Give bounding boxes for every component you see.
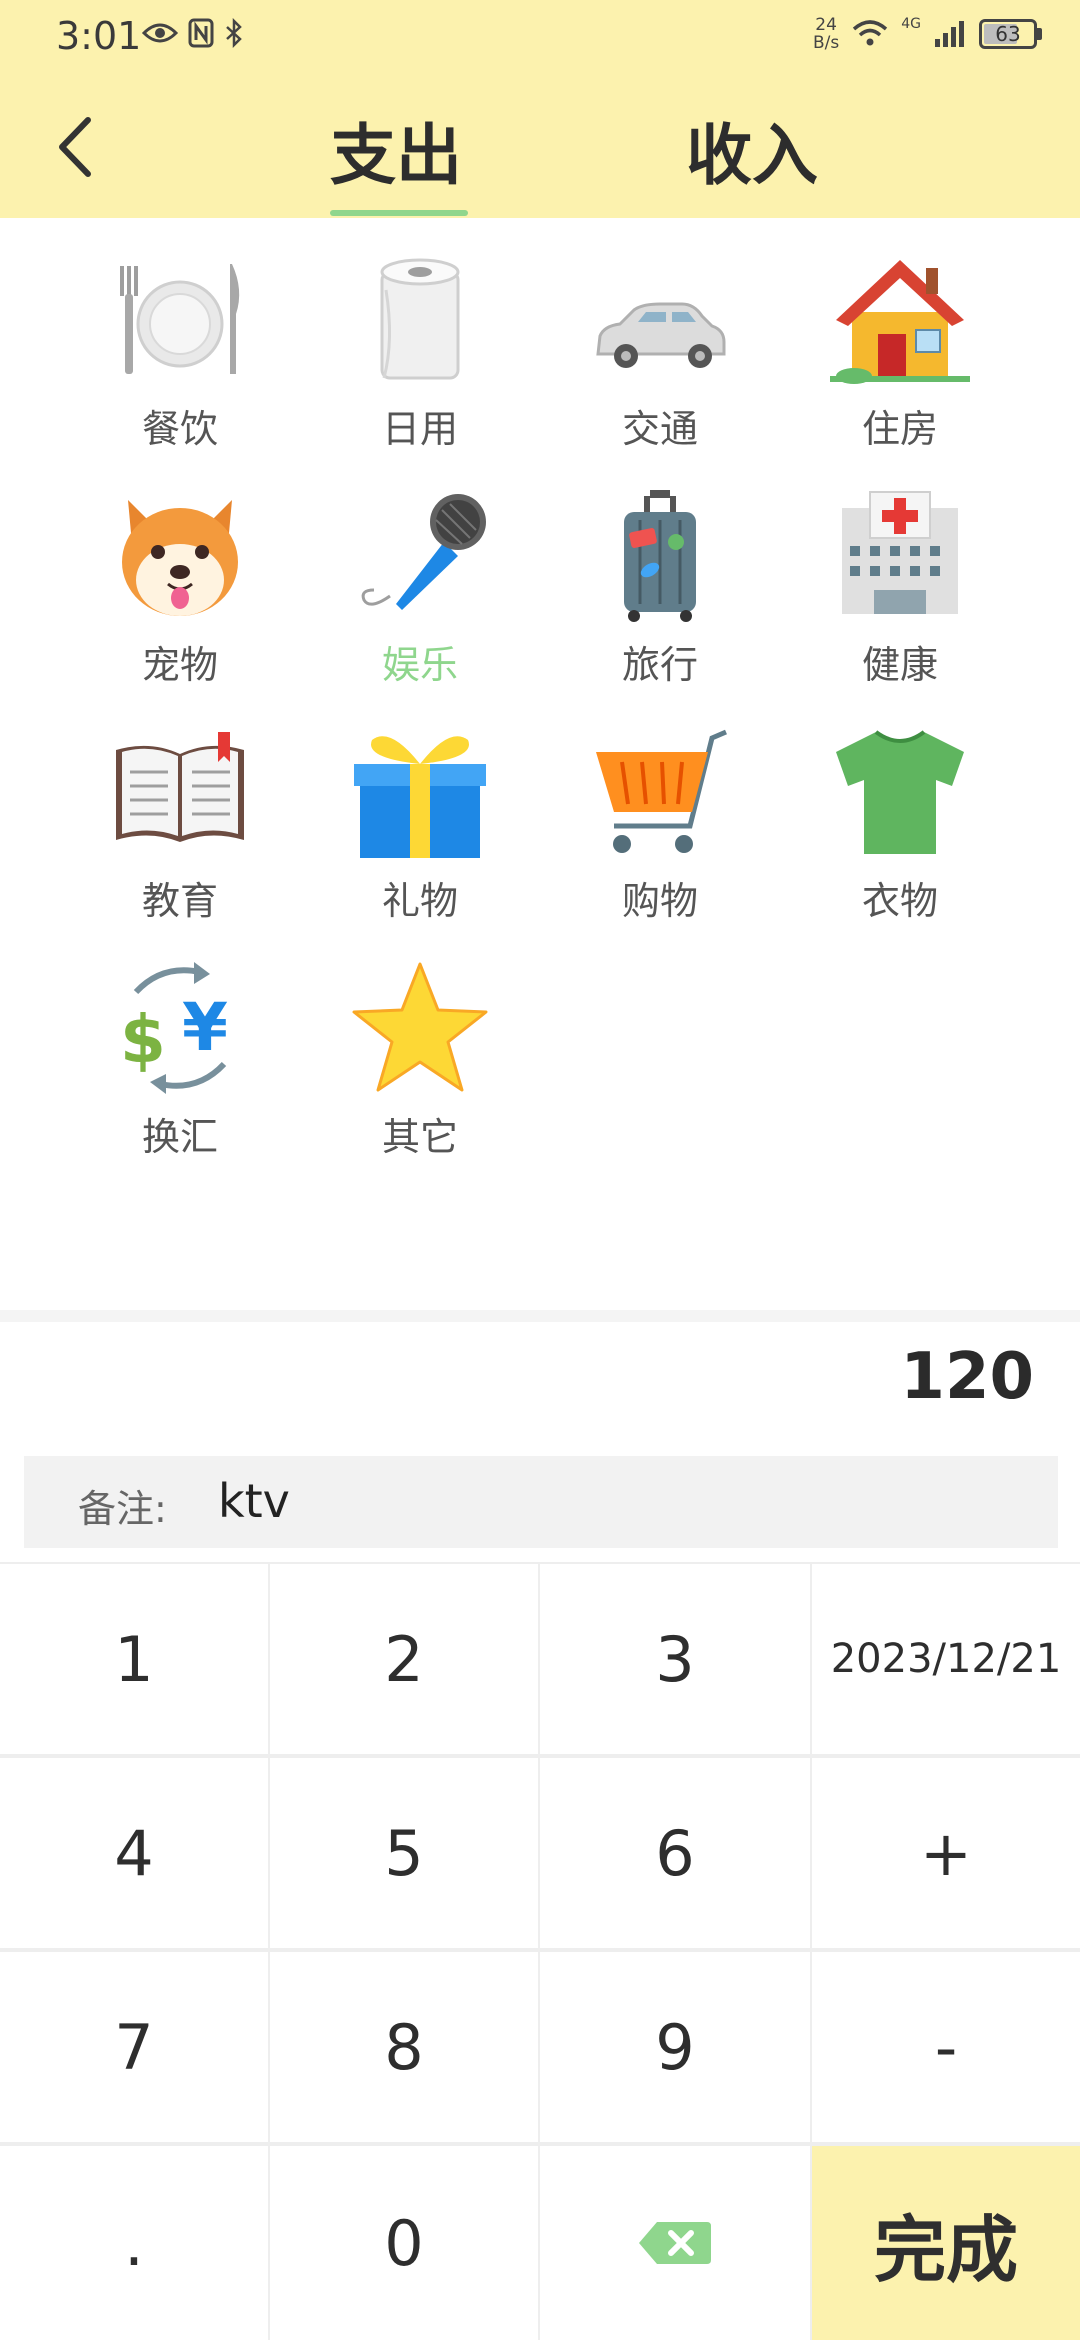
amount-display: 120	[900, 1340, 1034, 1414]
minus-button[interactable]: -	[812, 1952, 1080, 2142]
category-label: 其它	[381, 1115, 458, 1159]
net-speed: 24 B/s	[813, 16, 839, 52]
category-label: 住房	[861, 407, 938, 451]
note-label: 备注:	[78, 1487, 167, 1531]
status-time: 3:01	[56, 14, 142, 58]
battery-icon: 63	[979, 19, 1042, 49]
status-left-icons	[142, 18, 244, 48]
chevron-left-icon	[59, 117, 91, 177]
bluetooth-icon	[226, 18, 242, 48]
category-label: 餐饮	[141, 407, 218, 451]
network-type: 4G	[901, 16, 921, 32]
category-entertainment[interactable]: 娱乐	[300, 486, 540, 706]
category-label: 衣物	[861, 879, 938, 923]
svg-text:$: $	[120, 1001, 166, 1078]
key-1[interactable]: 1	[0, 1564, 268, 1754]
category-pets[interactable]: 宠物	[60, 486, 300, 706]
category-label: 娱乐	[381, 643, 458, 687]
category-health[interactable]: 健康	[780, 486, 1020, 706]
plus-button[interactable]: +	[812, 1758, 1080, 1948]
category-gift[interactable]: 礼物	[300, 722, 540, 942]
backspace-icon	[639, 2222, 711, 2264]
battery-percent: 63	[995, 22, 1021, 46]
category-label: 日用	[381, 407, 458, 451]
category-label: 交通	[621, 407, 698, 451]
category-label: 购物	[621, 879, 698, 923]
status-right-icons: 24 B/s 4G 63	[813, 16, 1042, 52]
shopping-cart-icon	[596, 729, 727, 853]
category-label: 旅行	[621, 643, 698, 687]
tab-income[interactable]: 收入	[686, 102, 818, 198]
category-label: 礼物	[381, 879, 458, 923]
hospital-icon	[842, 491, 958, 614]
key-7[interactable]: 7	[0, 1952, 268, 2142]
car-icon	[596, 302, 726, 368]
decimal-point-key[interactable]: .	[0, 2146, 268, 2340]
category-exchange[interactable]: $ ¥ 换汇	[60, 958, 300, 1178]
active-tab-indicator	[330, 210, 468, 216]
category-label: 换汇	[141, 1115, 218, 1159]
category-transport[interactable]: 交通	[540, 250, 780, 470]
category-label: 教育	[141, 879, 218, 923]
dog-face-icon	[122, 500, 238, 616]
battery-indicator: 63	[979, 19, 1037, 49]
keypad: 1 2 3 2023/12/21 4 5 6 + 7 8 9 - . 0 完成	[0, 1562, 1080, 2340]
note-input[interactable]	[218, 1470, 1018, 1532]
wifi-icon	[853, 20, 888, 46]
category-housing[interactable]: 住房	[780, 250, 1020, 470]
eye-icon	[142, 23, 178, 43]
category-label: 健康	[861, 643, 938, 687]
category-dining[interactable]: 餐饮	[60, 250, 300, 470]
category-daily-use[interactable]: 日用	[300, 250, 540, 470]
plate-cutlery-icon	[120, 264, 240, 374]
date-button[interactable]: 2023/12/21	[812, 1564, 1080, 1754]
done-button[interactable]: 完成	[812, 2146, 1080, 2340]
svg-text:¥: ¥	[182, 989, 228, 1066]
category-other[interactable]: 其它	[300, 958, 540, 1178]
net-speed-value: 24	[815, 15, 837, 35]
panel-divider	[0, 1310, 1080, 1322]
open-book-icon	[116, 732, 244, 842]
nfc-icon	[188, 18, 214, 48]
key-2[interactable]: 2	[270, 1564, 538, 1754]
category-education[interactable]: 教育	[60, 722, 300, 942]
category-shopping[interactable]: 购物	[540, 722, 780, 942]
key-8[interactable]: 8	[270, 1952, 538, 2142]
key-9[interactable]: 9	[540, 1952, 810, 2142]
net-speed-unit: B/s	[812, 33, 840, 53]
battery-tip	[1037, 28, 1042, 40]
microphone-icon	[361, 494, 486, 610]
toilet-paper-icon	[380, 258, 460, 380]
category-clothing[interactable]: 衣物	[780, 722, 1020, 942]
star-icon	[352, 962, 488, 1092]
tshirt-icon	[836, 730, 964, 854]
note-row: 备注:	[24, 1456, 1058, 1548]
gift-icon	[354, 736, 486, 858]
category-label: 宠物	[141, 643, 218, 687]
key-3[interactable]: 3	[540, 1564, 810, 1754]
luggage-icon	[624, 490, 696, 622]
key-6[interactable]: 6	[540, 1758, 810, 1948]
currency-exchange-icon: $ ¥	[120, 962, 228, 1094]
house-icon	[830, 260, 970, 384]
signal-icon	[935, 21, 964, 47]
status-bar: 3:01 24 B/s 4G 63	[0, 0, 1080, 76]
key-0[interactable]: 0	[270, 2146, 538, 2340]
key-5[interactable]: 5	[270, 1758, 538, 1948]
tab-expense[interactable]: 支出	[330, 102, 462, 198]
key-4[interactable]: 4	[0, 1758, 268, 1948]
category-travel[interactable]: 旅行	[540, 486, 780, 706]
back-button[interactable]	[52, 112, 102, 182]
backspace-button[interactable]	[540, 2146, 810, 2340]
header-bar: 3:01 24 B/s 4G 63 支出 收入	[0, 0, 1080, 218]
